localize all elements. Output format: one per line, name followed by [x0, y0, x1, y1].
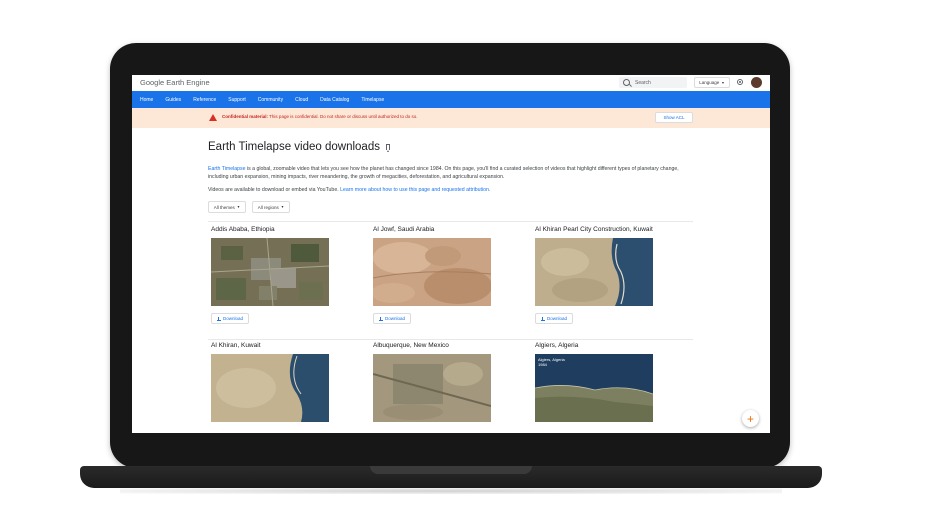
- chevron-down-icon: ▼: [236, 205, 241, 209]
- earth-timelapse-link[interactable]: Earth Timelapse: [208, 166, 245, 172]
- availability-paragraph: Videos are available to download or embe…: [208, 187, 490, 193]
- download-label: Download: [384, 316, 405, 321]
- language-select[interactable]: Language ▼: [694, 77, 730, 88]
- card-title: Al Jowf, Saudi Arabia: [373, 226, 435, 233]
- download-button[interactable]: Download: [211, 313, 249, 324]
- chevron-down-icon: ▼: [280, 205, 285, 209]
- nav-bar: Home Guides Reference Support Community …: [132, 91, 770, 108]
- nav-home[interactable]: Home: [140, 97, 153, 103]
- video-thumbnail[interactable]: [535, 238, 653, 306]
- avatar[interactable]: [751, 77, 762, 88]
- banner-text: Confidential material: This page is conf…: [222, 114, 418, 119]
- download-button[interactable]: Download: [373, 313, 411, 324]
- nav-support[interactable]: Support: [228, 97, 246, 103]
- top-bar: Google Earth Engine Search Language ▼: [132, 75, 770, 92]
- grid-divider: [208, 221, 693, 222]
- nav-cloud[interactable]: Cloud: [295, 97, 308, 103]
- search-input[interactable]: Search: [619, 77, 687, 88]
- intro-paragraph: Earth Timelapse is a global, zoomable vi…: [208, 166, 686, 181]
- brand-logo[interactable]: Google Earth Engine: [140, 78, 210, 87]
- card-title: Algiers, Algeria: [535, 342, 579, 349]
- video-thumbnail[interactable]: [373, 238, 491, 306]
- themes-filter[interactable]: All themes ▼: [208, 201, 246, 213]
- download-label: Download: [546, 316, 567, 321]
- theme-toggle-icon[interactable]: [737, 79, 743, 85]
- plus-icon[interactable]: +: [742, 410, 759, 427]
- download-icon: [216, 316, 221, 321]
- laptop-notch: [370, 466, 532, 474]
- download-icon: [540, 316, 545, 321]
- laptop-base: [80, 466, 822, 488]
- search-placeholder: Search: [635, 79, 651, 86]
- card-title: Albuquerque, New Mexico: [373, 342, 449, 349]
- page-title: Earth Timelapse video downloads: [208, 141, 380, 153]
- card-title: Addis Ababa, Ethiopia: [211, 226, 275, 233]
- confidential-banner: Confidential material: This page is conf…: [132, 108, 770, 128]
- search-icon: [623, 79, 630, 86]
- video-thumbnail[interactable]: [373, 354, 491, 422]
- regions-filter[interactable]: All regions ▼: [252, 201, 290, 213]
- nav-reference[interactable]: Reference: [193, 97, 216, 103]
- banner-bold-label: Confidential material:: [222, 114, 269, 119]
- nav-community[interactable]: Community: [258, 97, 283, 103]
- attribution-link[interactable]: Learn more about how to use this page an…: [340, 187, 490, 193]
- grid-divider: [208, 339, 693, 340]
- laptop-shadow: [120, 488, 782, 494]
- card-title: Al Khiran Pearl City Construction, Kuwai…: [535, 226, 653, 233]
- show-acl-button[interactable]: Show ACL: [655, 112, 693, 123]
- browser-screen: Google Earth Engine Search Language ▼ Ho…: [132, 75, 770, 433]
- themes-filter-label: All themes: [213, 204, 235, 210]
- video-thumbnail[interactable]: Algiers, Algeria 1984: [535, 354, 653, 422]
- regions-filter-label: All regions: [257, 204, 279, 210]
- intro-text: is a global, zoomable video that lets yo…: [208, 166, 679, 180]
- banner-message: This page is confidential. Do not share …: [268, 114, 418, 119]
- download-button[interactable]: Download: [535, 313, 573, 324]
- chevron-down-icon: ▼: [721, 80, 725, 85]
- title-row: Earth Timelapse video downloads: [208, 141, 390, 153]
- card-title: Al Khiran, Kuwait: [211, 342, 261, 349]
- bookmark-icon[interactable]: [385, 144, 390, 152]
- nav-guides[interactable]: Guides: [165, 97, 181, 103]
- video-thumbnail[interactable]: [211, 238, 329, 306]
- download-label: Download: [222, 316, 243, 321]
- download-icon: [378, 316, 383, 321]
- nav-data-catalog[interactable]: Data Catalog: [320, 97, 349, 103]
- availability-text: Videos are available to download or embe…: [208, 187, 341, 193]
- video-thumbnail[interactable]: [211, 354, 329, 422]
- thumbnail-overlay-year: 1984: [538, 362, 548, 367]
- warning-icon: [209, 114, 217, 121]
- language-label: Language: [699, 80, 720, 85]
- nav-timelapse[interactable]: Timelapse: [361, 97, 384, 103]
